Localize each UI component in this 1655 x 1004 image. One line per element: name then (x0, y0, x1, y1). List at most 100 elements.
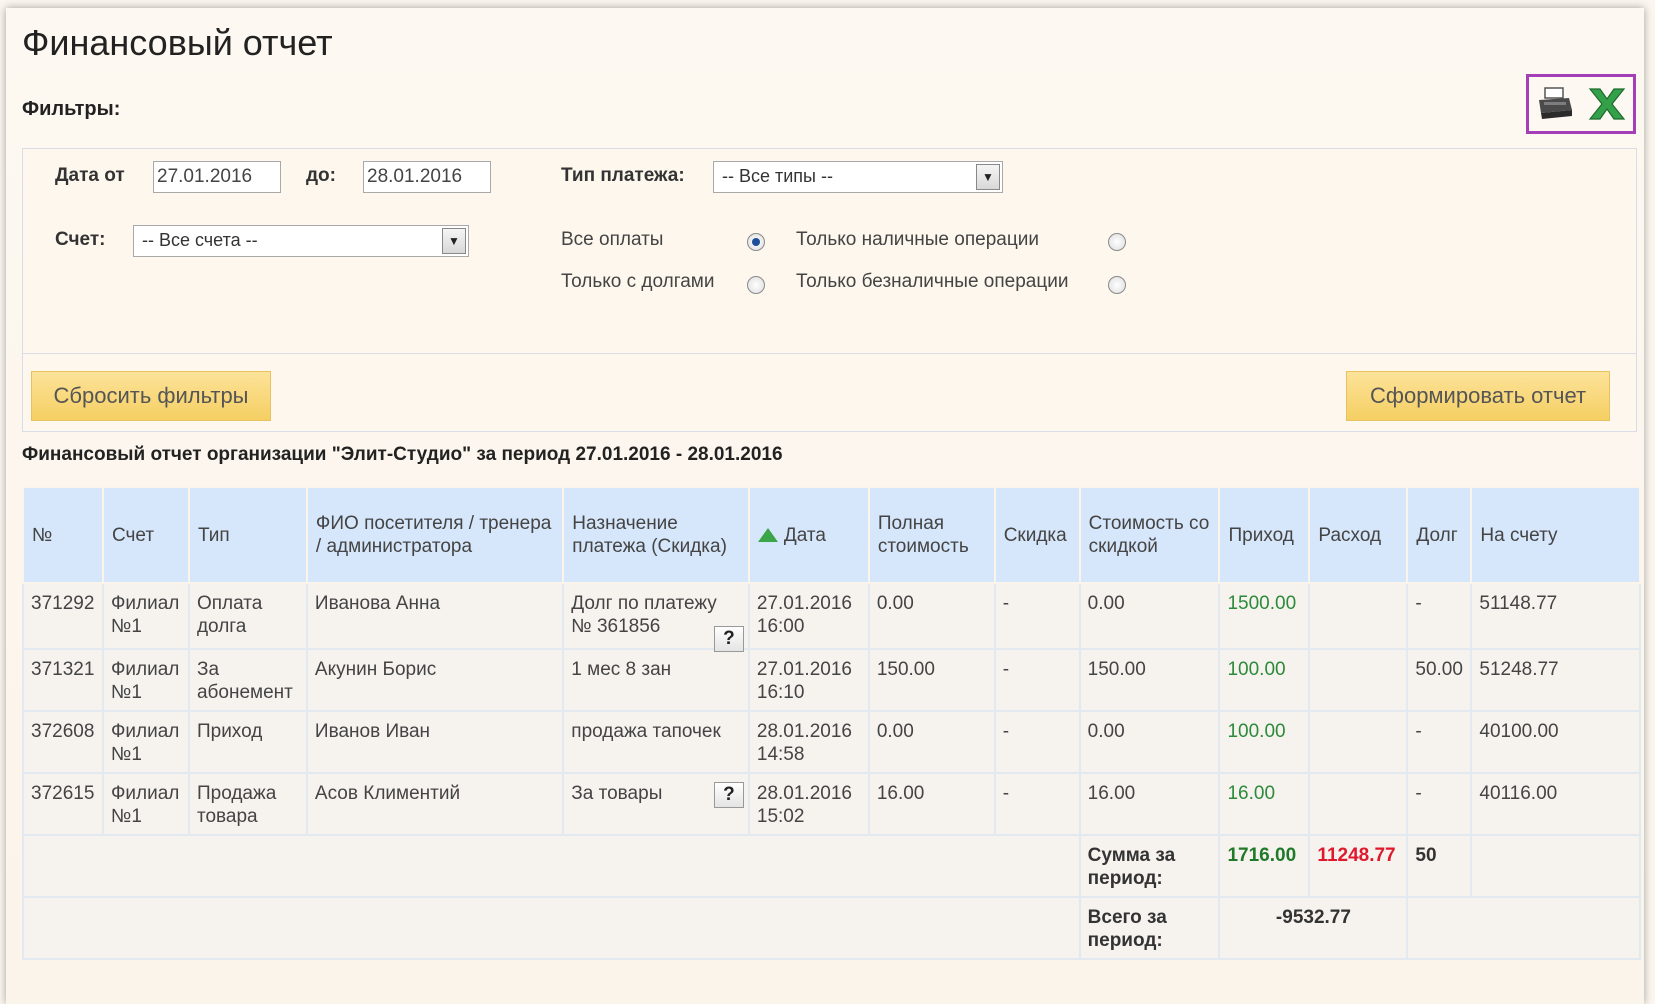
purpose-text: За товары (571, 783, 663, 804)
column-header[interactable]: Расход (1308, 486, 1409, 584)
column-header-date[interactable]: Дата (747, 486, 870, 584)
report-table: № Счет Тип ФИО посетителя / тренера / ад… (22, 486, 1641, 960)
table-row: 372608 Филиал №1 Приход Иванов Иван прод… (22, 710, 1641, 774)
chevron-down-icon[interactable]: ▼ (976, 164, 1000, 190)
cell-balance: 40116.00 (1470, 772, 1641, 836)
cell-discount: - (993, 582, 1081, 650)
cell-type: Приход (187, 710, 308, 774)
column-header[interactable]: ФИО посетителя / тренера / администратор… (305, 486, 565, 584)
column-header[interactable]: Приход (1218, 486, 1311, 584)
report-page: Финансовый отчет Фильтры: Дата от до: Ти… (6, 8, 1644, 1004)
purpose-text: Долг по платежу № 361856 (571, 593, 717, 637)
cell-account: Филиал №1 (101, 582, 190, 650)
summary-row: Сумма за период: 1716.00 11248.77 50 (22, 834, 1641, 898)
summary-empty (1470, 834, 1641, 898)
cell-type: Продажа товара (187, 772, 308, 836)
cell-expense (1308, 710, 1409, 774)
cell-person: Акунин Борис (305, 648, 565, 712)
date-from-label: Дата от (55, 165, 125, 186)
radio-cashless-label: Только безналичные операции (796, 271, 1069, 292)
reset-filters-button[interactable]: Сбросить фильтры (31, 371, 271, 421)
cell-purpose: продажа тапочек (562, 710, 750, 774)
sort-ascending-icon (757, 527, 778, 542)
period-sum-label: Сумма за период: (1078, 834, 1221, 898)
table-row: 371321 Филиал №1 За абонемент Акунин Бор… (22, 648, 1641, 712)
cell-account: Филиал №1 (101, 772, 190, 836)
date-to-input[interactable] (363, 161, 491, 193)
table-header-row: № Счет Тип ФИО посетителя / тренера / ад… (22, 486, 1641, 584)
cell-discounted-price: 150.00 (1078, 648, 1221, 712)
report-title: Финансовый отчет организации "Элит-Студи… (22, 444, 783, 465)
radio-cash-label: Только наличные операции (796, 229, 1039, 250)
column-header[interactable]: Назначение платежа (Скидка) (562, 486, 750, 584)
debt-total: 50 (1406, 834, 1473, 898)
radio-cash-only[interactable] (1108, 233, 1126, 251)
column-header[interactable]: Полная стоимость (867, 486, 996, 584)
cell-expense (1308, 582, 1409, 650)
column-header[interactable]: Тип (187, 486, 308, 584)
filters-heading: Фильтры: (22, 98, 121, 120)
column-header[interactable]: На счету (1470, 486, 1641, 584)
column-header[interactable]: № (22, 486, 104, 584)
account-label: Счет: (55, 229, 106, 250)
cell-discounted-price: 0.00 (1078, 710, 1221, 774)
column-header[interactable]: Скидка (993, 486, 1081, 584)
help-button[interactable]: ? (713, 782, 744, 808)
cell-income: 100.00 (1218, 648, 1311, 712)
cell-expense (1308, 648, 1409, 712)
radio-all-label: Все оплаты (561, 229, 664, 250)
income-total: 1716.00 (1218, 834, 1311, 898)
help-button[interactable]: ? (713, 626, 744, 652)
cell-type: За абонемент (187, 648, 308, 712)
period-total-value: -9532.77 (1218, 896, 1409, 960)
date-from-input[interactable] (153, 161, 281, 193)
excel-icon[interactable] (1585, 82, 1629, 126)
column-header[interactable]: Счет (101, 486, 190, 584)
cell-date: 27.01.2016 16:00 (747, 582, 870, 650)
cell-discount: - (993, 648, 1081, 712)
panel-divider (23, 353, 1636, 354)
date-to-label: до: (306, 165, 336, 186)
generate-report-button[interactable]: Сформировать отчет (1346, 371, 1610, 421)
cell-date: 28.01.2016 14:58 (747, 710, 870, 774)
cell-full-price: 16.00 (867, 772, 996, 836)
cell-debt: 50.00 (1406, 648, 1473, 712)
cell-num: 372615 (22, 772, 104, 836)
summary-spacer (22, 834, 1081, 898)
radio-cashless-only[interactable] (1108, 276, 1126, 294)
payment-type-value: -- Все типы -- (722, 166, 833, 186)
cell-date: 28.01.2016 15:02 (747, 772, 870, 836)
cell-person: Иванова Анна (305, 582, 565, 650)
account-select[interactable]: -- Все счета -- ▼ (133, 225, 469, 257)
printer-icon[interactable] (1533, 82, 1577, 126)
cell-balance: 40100.00 (1470, 710, 1641, 774)
column-header[interactable]: Стоимость со скидкой (1078, 486, 1221, 584)
cell-type: Оплата долга (187, 582, 308, 650)
cell-income: 1500.00 (1218, 582, 1311, 650)
chevron-down-icon[interactable]: ▼ (442, 228, 466, 254)
cell-num: 372608 (22, 710, 104, 774)
filter-panel: Дата от до: Тип платежа: -- Все типы -- … (22, 148, 1637, 432)
expense-total: 11248.77 (1308, 834, 1409, 898)
payment-type-label: Тип платежа: (561, 165, 685, 186)
radio-debts-label: Только с долгами (561, 271, 715, 292)
total-spacer (22, 896, 1081, 960)
period-total-label: Всего за период: (1078, 896, 1221, 960)
page-title: Финансовый отчет (22, 22, 333, 63)
cell-debt: - (1406, 710, 1473, 774)
total-empty (1406, 896, 1641, 960)
payment-type-select[interactable]: -- Все типы -- ▼ (713, 161, 1003, 193)
cell-num: 371321 (22, 648, 104, 712)
cell-debt: - (1406, 772, 1473, 836)
cell-date: 27.01.2016 16:10 (747, 648, 870, 712)
cell-debt: - (1406, 582, 1473, 650)
cell-expense (1308, 772, 1409, 836)
cell-account: Филиал №1 (101, 710, 190, 774)
cell-income: 100.00 (1218, 710, 1311, 774)
radio-debts-only[interactable] (747, 276, 765, 294)
cell-purpose: 1 мес 8 зан (562, 648, 750, 712)
total-row: Всего за период: -9532.77 (22, 896, 1641, 960)
radio-all-payments[interactable] (747, 233, 765, 251)
cell-balance: 51248.77 (1470, 648, 1641, 712)
column-header[interactable]: Долг (1406, 486, 1473, 584)
